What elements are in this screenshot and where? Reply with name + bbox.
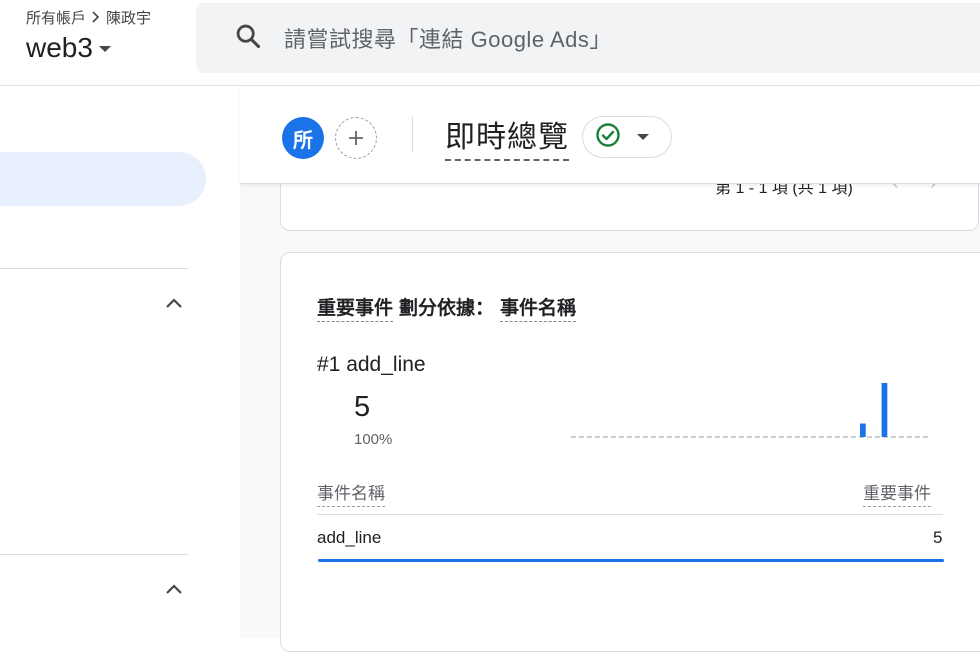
column-header-event-name[interactable]: 事件名稱	[317, 479, 385, 507]
sparkline-chart	[571, 383, 931, 438]
search-bar[interactable]: 請嘗試搜尋「連結 Google Ads」	[196, 3, 980, 73]
divider	[412, 116, 413, 152]
page-title[interactable]: 即時總覽	[445, 112, 569, 161]
chevron-up-icon[interactable]	[164, 293, 184, 313]
report-header: 所 即時總覽	[240, 86, 980, 184]
column-header-key-events[interactable]: 重要事件	[863, 479, 931, 507]
comparison-avatar[interactable]: 所	[282, 117, 324, 159]
sidebar-divider	[0, 554, 188, 555]
table-row-name: add_line	[317, 528, 382, 547]
sparkline-bar	[860, 423, 866, 437]
sidebar-item-active[interactable]	[0, 152, 206, 206]
status-dropdown[interactable]	[582, 116, 672, 158]
chevron-right-icon	[90, 10, 102, 26]
dimension-selector[interactable]: 事件名稱	[500, 293, 577, 322]
key-events-card: 重要事件 劃分依據： 事件名稱 #1 add_line 5 100% 事件名稱 …	[280, 252, 980, 652]
property-name: web3	[26, 32, 93, 63]
search-icon	[234, 22, 262, 55]
sidebar-divider	[0, 268, 188, 269]
top-item-value: 5	[354, 391, 371, 423]
main-content: 第 1 - 1 項 (共 1 項) ‹ › 所 即時總覽 重要事件 劃分依據： …	[240, 86, 980, 652]
caret-down-icon	[637, 134, 649, 140]
check-circle-icon	[595, 122, 621, 153]
plus-icon	[349, 131, 363, 145]
sparkline-bar	[881, 383, 888, 437]
property-selector[interactable]: web3	[26, 32, 111, 64]
card-title: 重要事件 劃分依據： 事件名稱	[317, 293, 577, 322]
breadcrumb-account[interactable]: 陳政宇	[106, 7, 151, 28]
sidebar	[0, 86, 240, 638]
top-bar: 所有帳戶 陳政宇 web3 請嘗試搜尋「連結 Google Ads」	[0, 0, 980, 86]
breadcrumb-root[interactable]: 所有帳戶	[26, 7, 86, 28]
add-comparison-button[interactable]	[335, 117, 377, 159]
top-item-heading: #1 add_line	[317, 353, 426, 377]
chevron-up-icon[interactable]	[164, 579, 184, 599]
search-input[interactable]: 請嘗試搜尋「連結 Google Ads」	[284, 22, 612, 54]
metric-selector[interactable]: 重要事件	[317, 293, 394, 322]
table-row-value: 5	[933, 528, 943, 547]
top-item-percent: 100%	[354, 431, 393, 448]
top-item-rank: #1	[317, 353, 341, 376]
table-divider	[317, 514, 943, 515]
breadcrumb[interactable]: 所有帳戶 陳政宇	[26, 7, 151, 28]
split-label: 劃分依據：	[399, 298, 495, 319]
top-item-name: add_line	[346, 353, 426, 376]
table-row-share-bar	[318, 559, 944, 562]
caret-down-icon	[98, 46, 111, 52]
